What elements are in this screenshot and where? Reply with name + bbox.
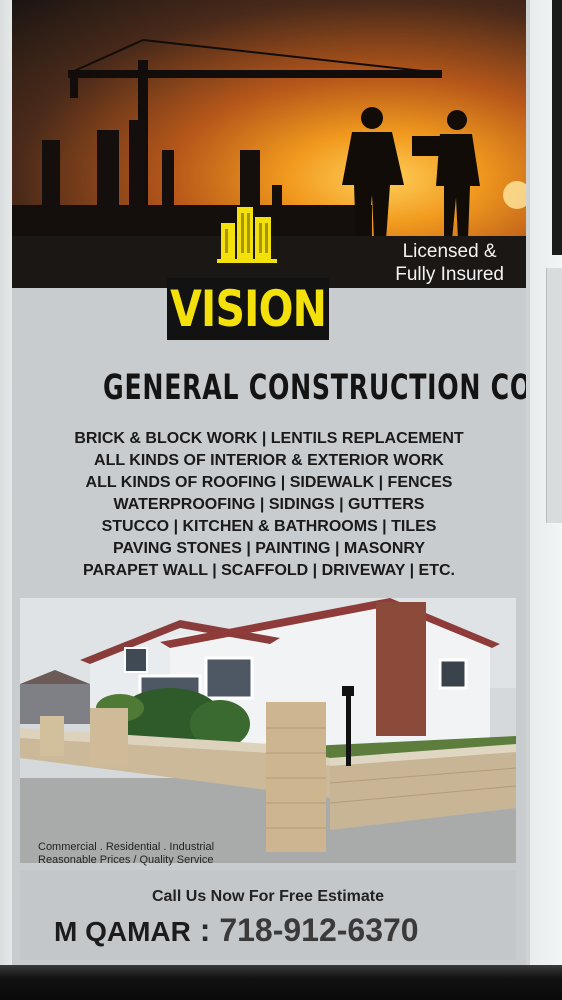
company-name-text: GENERAL CONSTRUCTION CORP (103, 368, 526, 408)
service-line: WATERPROOFING | SIDINGS | GUTTERS (113, 496, 425, 513)
cta-text: Call Us Now For Free Estimate (151, 888, 385, 905)
building-icon (217, 207, 277, 263)
company-name: GENERAL CONSTRUCTION CORP (12, 368, 526, 408)
service-line: STUCCO | KITCHEN & BATHROOMS | TILES (101, 518, 437, 535)
house-with-brick-fence-image (20, 598, 516, 863)
service-line: BRICK & BLOCK WORK | LENTILS REPLACEMENT (74, 430, 464, 447)
vision-logo: VISION (167, 278, 329, 340)
contact-info: M QAMAR : 718-912-6370 (54, 912, 419, 949)
call-to-action: Call Us Now For Free Estimate M QAMAR : … (20, 870, 516, 960)
tagline: Commercial . Residential . Industrial Re… (38, 841, 214, 867)
licensed-line-1: Licensed & (402, 241, 497, 262)
monitor-bezel-bottom (0, 965, 562, 1000)
flyer: Licensed & Fully Insured VISION GENERAL … (12, 0, 526, 965)
monitor-bezel-right (530, 0, 562, 1000)
adjacent-window-dark (552, 0, 562, 255)
monitor-bezel-left (0, 0, 12, 965)
adjacent-window-light (546, 268, 562, 523)
phone-number: 718-912-6370 (219, 912, 419, 948)
logo-text: VISION (169, 280, 327, 338)
contact-separator: : (190, 912, 220, 948)
service-line: ALL KINDS OF ROOFING | SIDEWALK | FENCES (85, 474, 453, 491)
service-line: PARAPET WALL | SCAFFOLD | DRIVEWAY | ETC… (83, 562, 455, 579)
service-line: PAVING STONES | PAINTING | MASONRY (112, 540, 426, 557)
services-list: BRICK & BLOCK WORK | LENTILS REPLACEMENT… (12, 428, 526, 582)
contact-name: M QAMAR (54, 916, 191, 947)
licensed-line-2: Fully Insured (395, 264, 504, 285)
tagline-line-1: Commercial . Residential . Industrial (38, 841, 215, 853)
licensed-badge: Licensed & Fully Insured (395, 240, 504, 286)
tagline-line-2: Reasonable Prices / Quality Service (38, 854, 214, 866)
service-line: ALL KINDS OF INTERIOR & EXTERIOR WORK (94, 452, 444, 469)
house-photo (20, 598, 516, 863)
